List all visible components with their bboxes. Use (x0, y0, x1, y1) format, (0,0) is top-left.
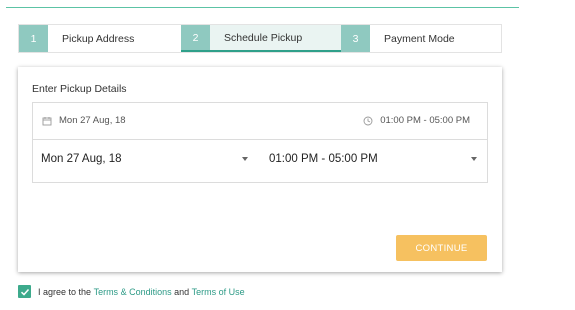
pickup-time-select[interactable]: 01:00 PM - 05:00 PM (269, 153, 477, 165)
chevron-down-icon (242, 157, 248, 161)
agree-checkbox[interactable] (18, 285, 31, 298)
calendar-icon (42, 116, 52, 126)
top-divider (6, 7, 519, 8)
summary-date-text: Mon 27 Aug, 18 (59, 115, 126, 126)
step-number: 1 (19, 25, 48, 52)
step-schedule-pickup[interactable]: 2 Schedule Pickup (181, 25, 341, 52)
terms-conditions-link[interactable]: Terms & Conditions (94, 287, 172, 297)
step-label: Schedule Pickup (224, 31, 303, 44)
summary-date: Mon 27 Aug, 18 (42, 115, 126, 126)
chevron-down-icon (471, 157, 477, 161)
step-label: Pickup Address (62, 32, 135, 45)
pickup-selects: Mon 27 Aug, 18 01:00 PM - 05:00 PM (33, 140, 487, 183)
checkmark-icon (20, 288, 29, 296)
step-label: Payment Mode (384, 32, 455, 45)
checkout-steps: 1 Pickup Address 2 Schedule Pickup 3 Pay… (18, 24, 502, 53)
clock-icon (363, 116, 373, 126)
pickup-date-value: Mon 27 Aug, 18 (41, 153, 122, 165)
continue-button[interactable]: CONTINUE (396, 235, 487, 261)
pickup-date-select[interactable]: Mon 27 Aug, 18 (41, 153, 248, 165)
agree-prefix: I agree to the (38, 286, 92, 297)
step-payment-mode[interactable]: 3 Payment Mode (341, 25, 501, 52)
agree-and: and (174, 286, 190, 297)
step-pickup-address[interactable]: 1 Pickup Address (19, 25, 181, 52)
pickup-details-card: Enter Pickup Details Mon 27 Aug, 18 01:0… (18, 67, 502, 272)
step-number: 2 (181, 25, 210, 50)
pickup-summary: Mon 27 Aug, 18 01:00 PM - 05:00 PM (33, 103, 487, 140)
pickup-details-box: Mon 27 Aug, 18 01:00 PM - 05:00 PM Mon 2… (32, 102, 488, 183)
terms-agreement: I agree to the Terms & Conditions and Te… (18, 285, 245, 298)
step-number: 3 (341, 25, 370, 52)
terms-of-use-link[interactable]: Terms of Use (192, 287, 245, 297)
pickup-time-value: 01:00 PM - 05:00 PM (269, 153, 378, 165)
summary-time-text: 01:00 PM - 05:00 PM (380, 115, 470, 126)
summary-time: 01:00 PM - 05:00 PM (363, 115, 470, 126)
card-title: Enter Pickup Details (32, 83, 127, 95)
